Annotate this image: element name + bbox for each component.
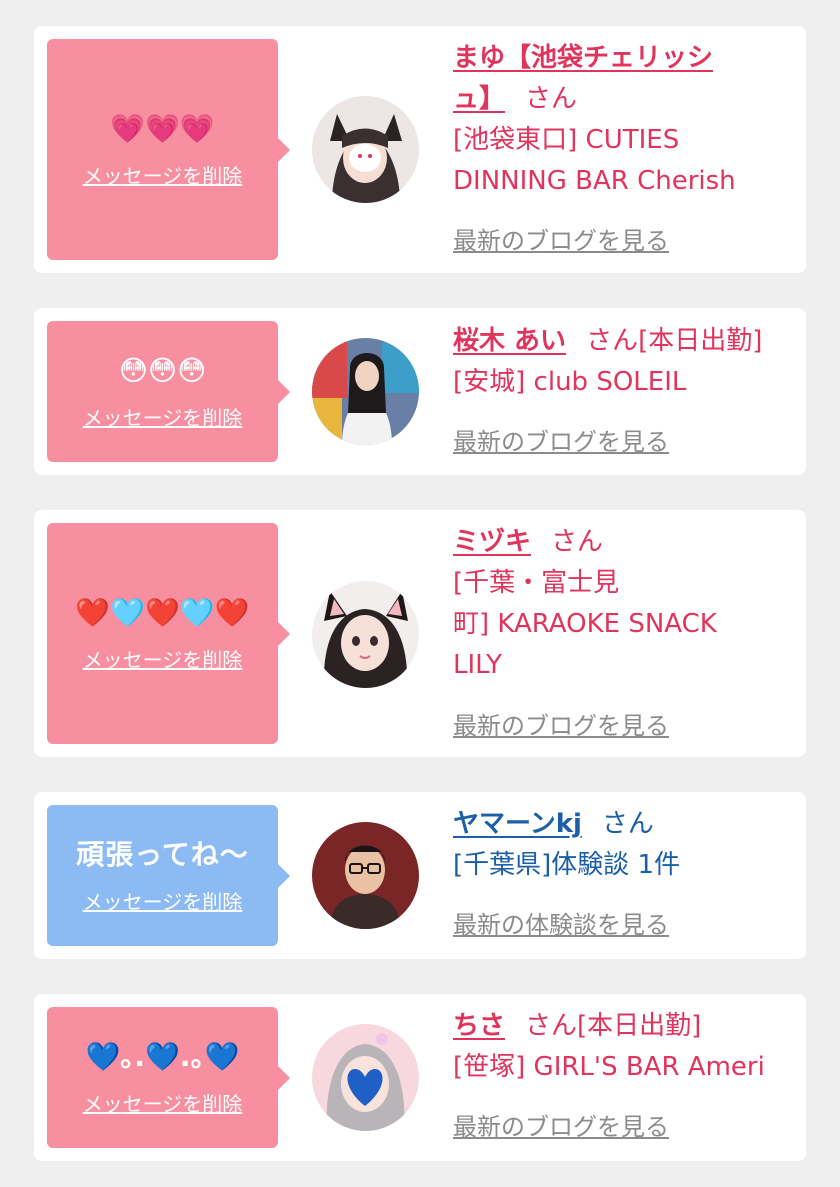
message-bubble: ❤️🩵❤️🩵❤️ メッセージを削除 [47,523,290,744]
delete-message-link[interactable]: メッセージを削除 [83,647,243,673]
review-count: [千葉県]体験談 1件 [453,850,681,880]
honorific: さん [525,84,578,114]
avatar[interactable] [312,338,419,445]
message-card: 💗💗💗 メッセージを削除 まゆ【池袋チェリッシ ュ】 さん [池袋東口] CUTIE… [34,26,806,273]
reviewer-name-link[interactable]: ヤマーンkj [453,809,582,839]
delete-message-link[interactable]: メッセージを削除 [83,889,243,915]
girl-info: ミヅキ さん [千葉・富士見 町] KARAOKE SNACK LILY [453,522,793,686]
delete-message-link[interactable]: メッセージを削除 [83,163,243,189]
message-bubble: 💙｡.💙.｡💙 メッセージを削除 [47,1007,290,1148]
message-text: 頑張ってね〜 [76,837,249,871]
girl-name-link[interactable]: ちさ [453,1011,505,1041]
latest-blog-link[interactable]: 最新のブログを見る [453,427,669,457]
avatar[interactable] [312,822,419,929]
message-card: ❤️🩵❤️🩵❤️ メッセージを削除 ミヅキ さん [千葉・富士見 町] KARAO… [34,510,806,757]
girl-name-link[interactable]: 桜木 あい [453,326,566,356]
honorific: さん [586,326,639,356]
message-bubble: 💗💗💗 メッセージを削除 [47,39,290,260]
message-card: 💙｡.💙.｡💙 メッセージを削除 ちさ さん[本日出勤] [笹塚] GIRL'S … [34,994,806,1161]
shop-name-cont: 町] KARAOKE SNACK [453,609,717,639]
girl-info: 桜木 あい さん[本日出勤] [安城] club SOLEIL [453,321,793,403]
shop-name-cont: LILY [453,650,503,680]
girl-info: ヤマーンkj さん [千葉県]体験談 1件 [453,804,793,886]
shop-name: [安城] club SOLEIL [453,367,687,397]
girl-name-link[interactable]: まゆ【池袋チェリッシ ュ】 [453,43,713,114]
message-text: ❤️🩵❤️🩵❤️ [75,595,250,629]
girl-name-link[interactable]: ミヅキ [453,527,531,557]
avatar[interactable] [312,581,419,688]
shop-name-cont: DINNING BAR Cherish [453,166,736,196]
latest-blog-link[interactable]: 最新のブログを見る [453,226,669,256]
message-text: 😳😳😳 [118,353,207,387]
delete-message-link[interactable]: メッセージを削除 [83,405,243,431]
avatar[interactable] [312,1024,419,1131]
avatar[interactable] [312,96,419,203]
message-bubble: 😳😳😳 メッセージを削除 [47,321,290,462]
message-text: 💙｡.💙.｡💙 [85,1039,240,1073]
status-badge: [本日出勤] [638,326,763,356]
status-badge: [本日出勤] [577,1011,702,1041]
delete-message-link[interactable]: メッセージを削除 [83,1091,243,1117]
honorific: さん [551,527,604,557]
girl-info: まゆ【池袋チェリッシ ュ】 さん [池袋東口] CUTIES DINNING BAR… [453,38,793,202]
latest-blog-link[interactable]: 最新のブログを見る [453,1112,669,1142]
message-card: 頑張ってね〜 メッセージを削除 ヤマーンkj さん [千葉県]体験談 1件 最新の… [34,792,806,959]
latest-review-link[interactable]: 最新の体験談を見る [453,910,669,940]
shop-name: [笹塚] GIRL'S BAR Ameri [453,1052,765,1082]
honorific: さん [525,1011,578,1041]
message-card: 😳😳😳 メッセージを削除 桜木 あい さん[本日出勤] [安城] club SOL… [34,308,806,475]
shop-name: [池袋東口] CUTIES [453,125,680,155]
honorific: さん [601,809,654,839]
latest-blog-link[interactable]: 最新のブログを見る [453,711,669,741]
shop-name: [千葉・富士見 [453,568,620,598]
message-text: 💗💗💗 [110,111,215,145]
girl-info: ちさ さん[本日出勤] [笹塚] GIRL'S BAR Ameri [453,1006,793,1088]
message-bubble: 頑張ってね〜 メッセージを削除 [47,805,290,946]
